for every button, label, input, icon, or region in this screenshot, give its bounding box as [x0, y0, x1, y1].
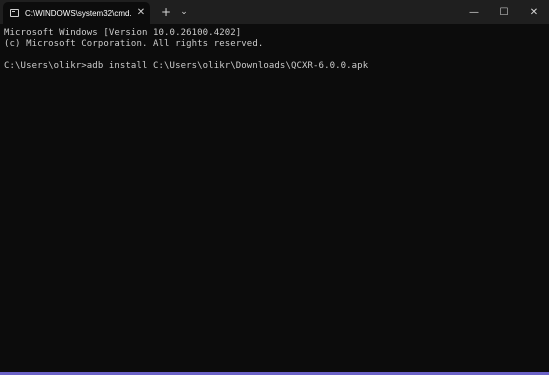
new-tab-button[interactable]: + — [156, 0, 176, 24]
terminal-window: C:\WINDOWS\system32\cmd. ✕ + ⌄ — ☐ ✕ Mic… — [0, 0, 549, 375]
chevron-down-icon[interactable]: ⌄ — [176, 0, 192, 24]
tab-cmd[interactable]: C:\WINDOWS\system32\cmd. ✕ — [3, 2, 150, 24]
command-prompt-line: C:\Users\olikr>adb install C:\Users\olik… — [4, 61, 369, 71]
console-line: Microsoft Windows [Version 10.0.26100.42… — [4, 28, 242, 38]
console-output[interactable]: Microsoft Windows [Version 10.0.26100.42… — [4, 28, 545, 72]
title-bar[interactable]: C:\WINDOWS\system32\cmd. ✕ + ⌄ — ☐ ✕ — [0, 0, 549, 24]
maximize-button[interactable]: ☐ — [489, 0, 519, 24]
minimize-button[interactable]: — — [459, 0, 489, 24]
tab-title: C:\WINDOWS\system32\cmd. — [25, 8, 132, 18]
terminal-icon — [10, 9, 19, 17]
console-line: (c) Microsoft Corporation. All rights re… — [4, 39, 264, 49]
tab-close-icon[interactable]: ✕ — [135, 8, 147, 18]
close-window-button[interactable]: ✕ — [519, 0, 549, 24]
